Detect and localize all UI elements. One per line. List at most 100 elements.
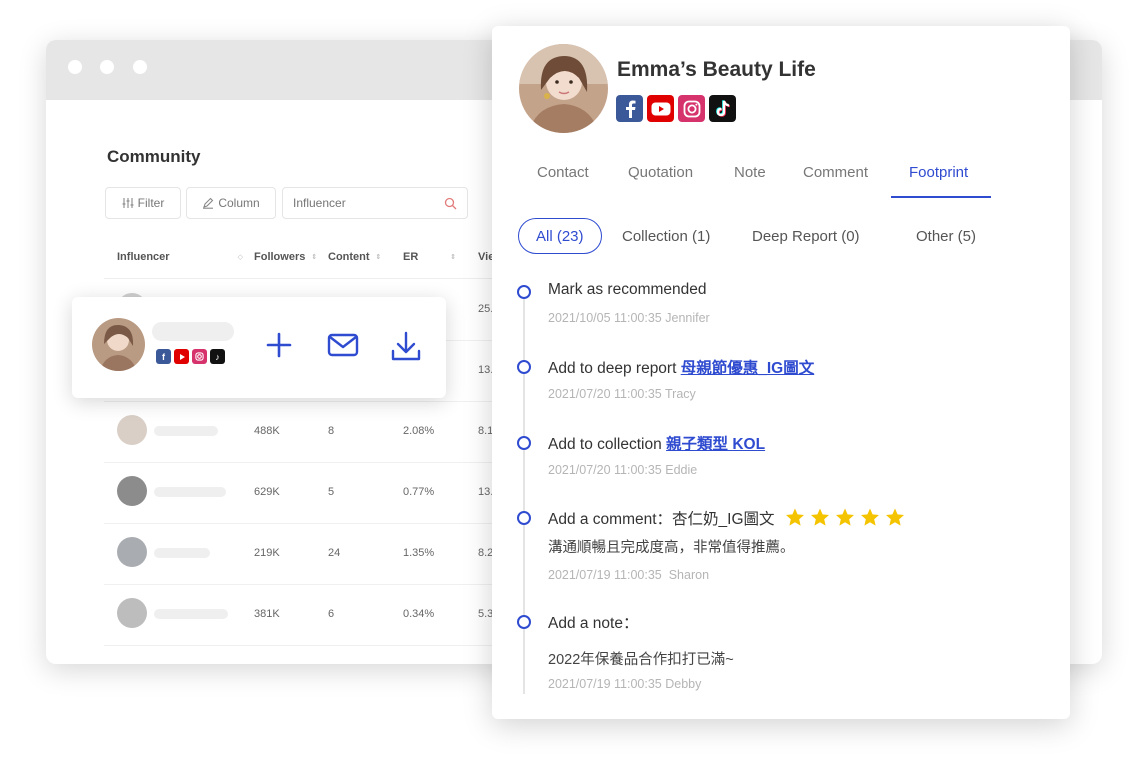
event-user: Tracy — [665, 387, 696, 401]
views-cell: 13. — [478, 486, 494, 498]
star-icon — [810, 508, 829, 526]
event-title: Add a note： — [548, 615, 639, 632]
event-date: 2021/07/20 11:00:35 — [548, 463, 662, 477]
tab-note[interactable]: Note — [734, 164, 766, 181]
youtube-icon[interactable] — [647, 95, 674, 122]
column-header-content[interactable]: Content ⇕ — [328, 251, 381, 263]
followers-cell: 219K — [254, 547, 280, 559]
influencer-detail-panel: Emma’s Beauty Life Contact Quotation Not… — [492, 26, 1070, 719]
detail-tabs: Contact Quotation Note Comment Footprint — [518, 154, 1058, 198]
event-meta: 2021/07/19 11:00:35 Debby — [548, 677, 701, 691]
influencer-search[interactable] — [282, 187, 468, 219]
followers-cell: 488K — [254, 425, 280, 437]
comment-text: 溝通順暢且完成度高，非常值得推薦。 — [548, 540, 795, 556]
event-title: Add a comment：杏仁奶_IG圖文 — [548, 507, 905, 529]
download-icon[interactable] — [390, 330, 422, 362]
rating-stars — [785, 508, 905, 527]
filter-other[interactable]: Other (5) — [916, 218, 976, 254]
active-tab-indicator — [891, 196, 991, 198]
column-label: Column — [218, 196, 260, 210]
name-placeholder — [154, 487, 226, 497]
social-icons — [616, 95, 736, 122]
views-cell: 25. — [478, 303, 494, 315]
sort-icon[interactable]: ◇ — [238, 253, 243, 261]
event-meta: 2021/10/05 11:00:35 Jennifer — [548, 311, 710, 325]
sliders-icon — [122, 198, 134, 208]
column-header-label: Content — [328, 251, 370, 263]
event-title: Add to collection 親子類型 KOL — [548, 432, 765, 454]
add-icon[interactable] — [264, 330, 294, 360]
tab-quotation[interactable]: Quotation — [628, 164, 693, 181]
column-header-followers[interactable]: Followers ⇕ — [254, 251, 317, 263]
event-user: Jennifer — [665, 311, 710, 325]
instagram-icon[interactable] — [192, 349, 207, 364]
window-minimize-dot[interactable] — [100, 60, 114, 74]
event-date: 2021/07/20 11:00:35 — [548, 387, 662, 401]
followers-cell: 629K — [254, 486, 280, 498]
name-placeholder — [154, 426, 218, 436]
instagram-icon[interactable] — [678, 95, 705, 122]
table-row[interactable]: 629K 5 0.77% 13. — [104, 462, 544, 524]
youtube-icon[interactable] — [174, 349, 189, 364]
collection-link[interactable]: 親子類型 KOL — [666, 436, 765, 453]
column-header-label: Influencer — [117, 251, 170, 263]
filter-button[interactable]: Filter — [105, 187, 181, 219]
views-cell: 8.1 — [478, 425, 494, 437]
pencil-icon — [203, 197, 214, 209]
timeline-node — [517, 285, 531, 299]
content-cell: 24 — [328, 547, 341, 559]
event-title: Add to deep report 母親節優惠_IG圖文 — [548, 356, 814, 378]
sort-icon[interactable]: ⇕ — [311, 253, 317, 261]
profile-name: Emma’s Beauty Life — [617, 58, 816, 81]
column-header-label: Followers — [254, 251, 306, 263]
tiktok-icon[interactable] — [709, 95, 736, 122]
search-icon[interactable] — [444, 197, 457, 210]
content-cell: 6 — [328, 608, 335, 620]
facebook-icon[interactable] — [616, 95, 643, 122]
tab-comment[interactable]: Comment — [803, 164, 868, 181]
sort-icon[interactable]: ⇕ — [376, 253, 382, 261]
column-header-influencer[interactable]: Influencer ◇ — [117, 251, 243, 263]
avatar — [92, 318, 145, 371]
views-cell: 13. — [478, 364, 494, 376]
column-header-label: ER — [403, 251, 419, 263]
column-header-er[interactable]: ER ⇕ — [403, 251, 456, 263]
timeline-node — [517, 511, 531, 525]
table-row[interactable]: 488K 8 2.08% 8.1 — [104, 401, 544, 463]
er-cell: 0.34% — [403, 608, 435, 620]
filter-all[interactable]: All (23) — [518, 218, 602, 254]
views-cell: 8.2 — [478, 547, 494, 559]
timeline-node — [517, 436, 531, 450]
star-icon — [835, 508, 854, 526]
event-user: Eddie — [665, 463, 698, 477]
table-row[interactable]: 219K 24 1.35% 8.2 — [104, 523, 544, 585]
tab-contact[interactable]: Contact — [537, 164, 589, 181]
tiktok-icon[interactable]: ♪ — [210, 349, 225, 364]
window-close-dot[interactable] — [68, 60, 82, 74]
filter-deep-report[interactable]: Deep Report (0) — [752, 218, 860, 254]
filter-label: Filter — [137, 196, 165, 210]
timeline-node — [517, 615, 531, 629]
content-cell: 5 — [328, 486, 335, 498]
followers-cell: 381K — [254, 608, 280, 620]
event-action: Add to collection — [548, 436, 667, 453]
filter-collection[interactable]: Collection (1) — [622, 218, 710, 254]
profile-avatar — [519, 44, 608, 133]
mail-icon[interactable] — [327, 330, 359, 360]
event-title: Mark as recommended — [548, 281, 707, 298]
note-text: 2022年保養品合作扣打已滿~ — [548, 652, 734, 668]
event-meta: 2021/07/20 11:00:35 Tracy — [548, 387, 696, 401]
timeline-line — [523, 294, 525, 694]
window-zoom-dot[interactable] — [133, 60, 147, 74]
deep-report-link[interactable]: 母親節優惠_IG圖文 — [681, 360, 814, 377]
facebook-icon[interactable]: f — [156, 349, 171, 364]
sort-icon[interactable]: ⇕ — [450, 253, 456, 261]
column-button[interactable]: Column — [186, 187, 276, 219]
timeline-node — [517, 360, 531, 374]
influencer-search-input[interactable] — [293, 196, 433, 210]
tab-footprint[interactable]: Footprint — [909, 164, 968, 181]
influencer-action-card: f ♪ — [72, 297, 446, 398]
table-row[interactable]: 381K 6 0.34% 5.3 — [104, 584, 544, 646]
star-icon — [860, 508, 879, 526]
er-cell: 1.35% — [403, 547, 435, 559]
